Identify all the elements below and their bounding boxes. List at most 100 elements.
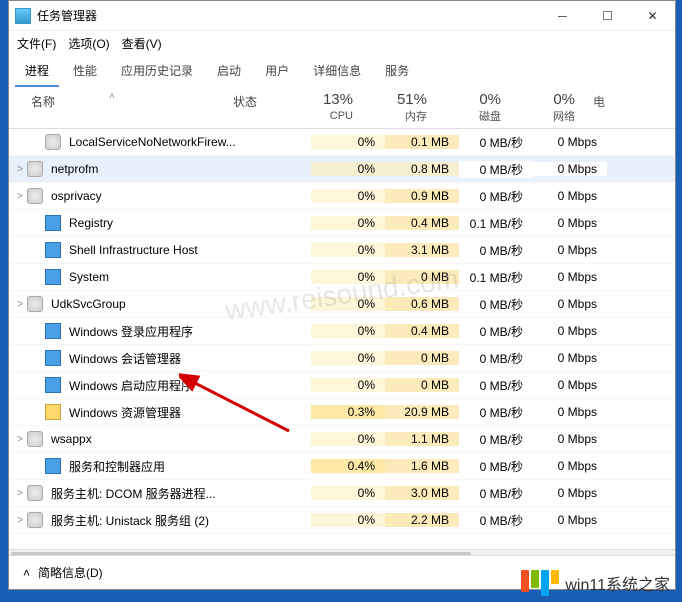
- network-value: 0 Mbps: [533, 351, 607, 365]
- network-value: 0 Mbps: [533, 324, 607, 338]
- memory-value: 2.2 MB: [385, 513, 459, 527]
- memory-value: 3.1 MB: [385, 243, 459, 257]
- menu-file[interactable]: 文件(F): [17, 35, 56, 52]
- expand-toggle-icon[interactable]: >: [9, 434, 27, 445]
- cpu-value: 0%: [311, 135, 385, 149]
- expand-toggle-icon[interactable]: >: [9, 515, 27, 526]
- scrollbar-thumb[interactable]: [11, 552, 471, 555]
- table-row[interactable]: >wsappx0%1.1 MB0 MB/秒0 Mbps: [9, 426, 675, 453]
- network-value: 0 Mbps: [533, 486, 607, 500]
- cpu-value: 0%: [311, 432, 385, 446]
- memory-value: 0.4 MB: [385, 216, 459, 230]
- titlebar: 任务管理器 ─ ☐ ✕: [9, 1, 675, 31]
- table-row[interactable]: Windows 登录应用程序0%0.4 MB0 MB/秒0 Mbps: [9, 318, 675, 345]
- header-network[interactable]: 0% 网络: [511, 87, 585, 128]
- cpu-value: 0%: [311, 351, 385, 365]
- tab-app-history[interactable]: 应用历史记录: [111, 56, 203, 87]
- tab-startup[interactable]: 启动: [207, 56, 251, 87]
- disk-value: 0 MB/秒: [459, 458, 533, 475]
- table-row[interactable]: Registry0%0.4 MB0.1 MB/秒0 Mbps: [9, 210, 675, 237]
- blue-icon: [45, 458, 61, 474]
- process-rows[interactable]: LocalServiceNoNetworkFirew...0%0.1 MB0 M…: [9, 129, 675, 549]
- process-name: System: [67, 270, 251, 284]
- window-title: 任务管理器: [37, 7, 540, 24]
- table-row[interactable]: 服务和控制器应用0.4%1.6 MB0 MB/秒0 Mbps: [9, 453, 675, 480]
- disk-value: 0.1 MB/秒: [459, 269, 533, 286]
- process-name: 服务和控制器应用: [67, 458, 251, 475]
- menu-view[interactable]: 查看(V): [122, 35, 162, 52]
- horizontal-scrollbar[interactable]: [9, 549, 675, 555]
- blue-icon: [45, 350, 61, 366]
- maximize-button[interactable]: ☐: [585, 1, 630, 31]
- table-row[interactable]: >netprofm0%0.8 MB0 MB/秒0 Mbps: [9, 156, 675, 183]
- tab-performance[interactable]: 性能: [63, 56, 107, 87]
- disk-value: 0 MB/秒: [459, 242, 533, 259]
- network-value: 0 Mbps: [533, 513, 607, 527]
- tab-details[interactable]: 详细信息: [303, 56, 371, 87]
- task-manager-window: 任务管理器 ─ ☐ ✕ 文件(F) 选项(O) 查看(V) 进程 性能 应用历史…: [8, 0, 676, 590]
- table-row[interactable]: >服务主机: Unistack 服务组 (2)0%2.2 MB0 MB/秒0 M…: [9, 507, 675, 534]
- close-button[interactable]: ✕: [630, 1, 675, 31]
- disk-value: 0 MB/秒: [459, 350, 533, 367]
- disk-value: 0 MB/秒: [459, 404, 533, 421]
- cpu-value: 0%: [311, 243, 385, 257]
- disk-value: 0 MB/秒: [459, 134, 533, 151]
- cpu-value: 0.4%: [311, 459, 385, 473]
- process-name: Windows 资源管理器: [67, 404, 251, 421]
- network-value: 0 Mbps: [533, 162, 607, 176]
- table-row[interactable]: LocalServiceNoNetworkFirew...0%0.1 MB0 M…: [9, 129, 675, 156]
- gear-icon: [27, 161, 43, 177]
- tab-users[interactable]: 用户: [255, 56, 299, 87]
- disk-value: 0 MB/秒: [459, 512, 533, 529]
- network-value: 0 Mbps: [533, 189, 607, 203]
- table-row[interactable]: Windows 资源管理器0.3%20.9 MB0 MB/秒0 Mbps: [9, 399, 675, 426]
- memory-value: 0.6 MB: [385, 297, 459, 311]
- disk-value: 0 MB/秒: [459, 377, 533, 394]
- tab-services[interactable]: 服务: [375, 56, 419, 87]
- network-value: 0 Mbps: [533, 270, 607, 284]
- gear-icon: [27, 188, 43, 204]
- expand-toggle-icon[interactable]: >: [9, 164, 27, 175]
- header-name[interactable]: 名称 ˄: [9, 87, 229, 128]
- disk-value: 0 MB/秒: [459, 188, 533, 205]
- header-disk[interactable]: 0% 磁盘: [437, 87, 511, 128]
- table-row[interactable]: >UdkSvcGroup0%0.6 MB0 MB/秒0 Mbps: [9, 291, 675, 318]
- memory-value: 0 MB: [385, 351, 459, 365]
- memory-value: 1.1 MB: [385, 432, 459, 446]
- cpu-value: 0%: [311, 216, 385, 230]
- menubar: 文件(F) 选项(O) 查看(V): [9, 31, 675, 56]
- header-net-label: 网络: [553, 111, 575, 123]
- header-cpu[interactable]: 13% CPU: [289, 87, 363, 128]
- process-name: Shell Infrastructure Host: [67, 243, 251, 257]
- minimize-button[interactable]: ─: [540, 1, 585, 31]
- menu-options[interactable]: 选项(O): [68, 35, 109, 52]
- gear-icon: [27, 485, 43, 501]
- disk-value: 0 MB/秒: [459, 485, 533, 502]
- gear-icon: [27, 512, 43, 528]
- tab-processes[interactable]: 进程: [15, 56, 59, 87]
- table-row[interactable]: System0%0 MB0.1 MB/秒0 Mbps: [9, 264, 675, 291]
- blue-icon: [45, 377, 61, 393]
- table-row[interactable]: Windows 启动应用程序0%0 MB0 MB/秒0 Mbps: [9, 372, 675, 399]
- chevron-up-icon[interactable]: ˄: [23, 566, 30, 580]
- table-row[interactable]: >osprivacy0%0.9 MB0 MB/秒0 Mbps: [9, 183, 675, 210]
- expand-toggle-icon[interactable]: >: [9, 299, 27, 310]
- memory-value: 3.0 MB: [385, 486, 459, 500]
- fewer-details-link[interactable]: 简略信息(D): [38, 564, 103, 581]
- table-row[interactable]: Shell Infrastructure Host0%3.1 MB0 MB/秒0…: [9, 237, 675, 264]
- network-value: 0 Mbps: [533, 432, 607, 446]
- network-value: 0 Mbps: [533, 405, 607, 419]
- table-row[interactable]: Windows 会话管理器 0%0 MB0 MB/秒0 Mbps: [9, 345, 675, 372]
- table-row[interactable]: >服务主机: DCOM 服务器进程...0%3.0 MB0 MB/秒0 Mbps: [9, 480, 675, 507]
- header-memory[interactable]: 51% 内存: [363, 87, 437, 128]
- process-name: LocalServiceNoNetworkFirew...: [67, 135, 251, 149]
- blue-icon: [45, 215, 61, 231]
- process-name: Windows 会话管理器: [67, 350, 251, 367]
- header-status[interactable]: 状态: [229, 87, 289, 128]
- memory-value: 0 MB: [385, 270, 459, 284]
- header-mem-label: 内存: [405, 111, 427, 123]
- expand-toggle-icon[interactable]: >: [9, 191, 27, 202]
- header-extra[interactable]: 电: [585, 87, 613, 128]
- expand-toggle-icon[interactable]: >: [9, 488, 27, 499]
- memory-value: 1.6 MB: [385, 459, 459, 473]
